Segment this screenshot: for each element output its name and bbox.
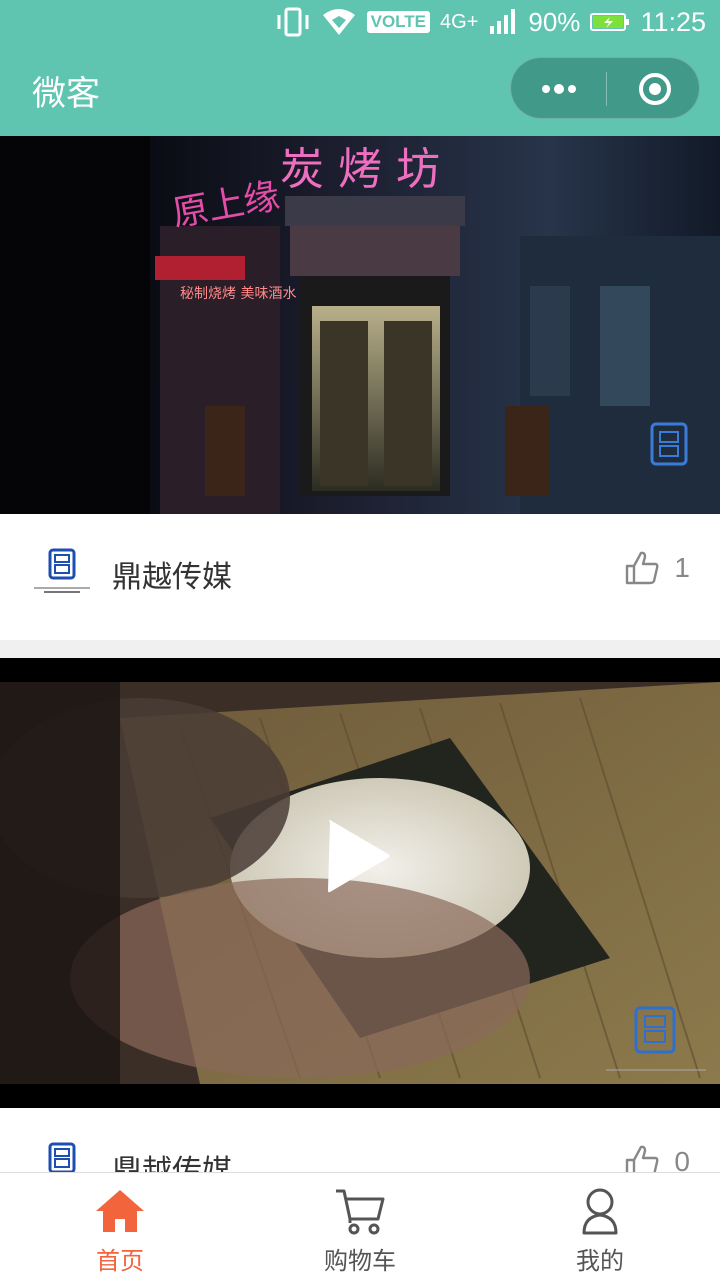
like-count: 0: [674, 1146, 690, 1172]
like-count: 1: [674, 552, 690, 583]
video-player[interactable]: [0, 658, 720, 1108]
tab-label: 首页: [96, 1247, 144, 1275]
volte-badge: VOLTE: [366, 11, 431, 33]
target-close-icon[interactable]: [638, 72, 672, 106]
app-screen: VOLTE 4G+ 90% 11:25 微客 原上缘 炭 烤 坊 秘制烧烤 美味…: [0, 0, 720, 1280]
cart-icon: [336, 1189, 385, 1235]
video-feed: 原上缘 炭 烤 坊 秘制烧烤 美味酒水 鼎越传媒 1 鼎越传媒 0: [0, 136, 720, 1172]
battery-icon: [590, 13, 630, 31]
battery-percent: 90%: [528, 6, 581, 37]
wifi-icon: [322, 9, 355, 35]
thumbs-up-icon: [626, 551, 659, 585]
clock: 11:25: [640, 6, 706, 37]
bottom-tab-bar: 首页 购物车 我的: [0, 1172, 720, 1280]
author-name[interactable]: 鼎越传媒: [112, 552, 232, 596]
capsule-divider: [606, 72, 607, 106]
tab-label: 购物车: [324, 1247, 396, 1275]
storefront-image: 原上缘 炭 烤 坊 秘制烧烤 美味酒水: [0, 136, 720, 514]
author-avatar[interactable]: [30, 1138, 94, 1172]
author-name[interactable]: 鼎越传媒: [112, 1146, 232, 1172]
tab-home[interactable]: 首页: [0, 1173, 240, 1280]
thumbs-up-icon: [626, 1145, 659, 1172]
page-title: 微客: [32, 74, 100, 114]
miniapp-capsule: [510, 57, 700, 119]
like-button[interactable]: 1: [624, 550, 690, 586]
home-icon: [96, 1190, 144, 1232]
author-avatar[interactable]: [30, 544, 94, 608]
more-dots-icon[interactable]: [539, 82, 579, 96]
user-icon: [582, 1188, 618, 1235]
video-thumbnail[interactable]: 原上缘 炭 烤 坊 秘制烧烤 美味酒水: [0, 136, 720, 514]
play-button-icon[interactable]: [324, 818, 394, 894]
tab-profile[interactable]: 我的: [480, 1173, 720, 1280]
post-info-bar: 鼎越传媒 1: [0, 514, 720, 640]
signal-icon: [490, 9, 516, 34]
svg-text:秘制烧烤 美味酒水: 秘制烧烤 美味酒水: [180, 286, 296, 302]
status-bar: VOLTE 4G+ 90% 11:25: [0, 0, 720, 44]
network-type: 4G+: [440, 10, 479, 33]
svg-text:炭 烤 坊: 炭 烤 坊: [280, 144, 440, 195]
tab-label: 我的: [576, 1247, 624, 1275]
like-button[interactable]: 0: [624, 1144, 690, 1172]
post-info-bar: 鼎越传媒 0: [0, 1108, 720, 1172]
tab-cart[interactable]: 购物车: [240, 1173, 480, 1280]
vibrate-icon: [277, 7, 309, 37]
app-header: 微客: [0, 44, 720, 136]
